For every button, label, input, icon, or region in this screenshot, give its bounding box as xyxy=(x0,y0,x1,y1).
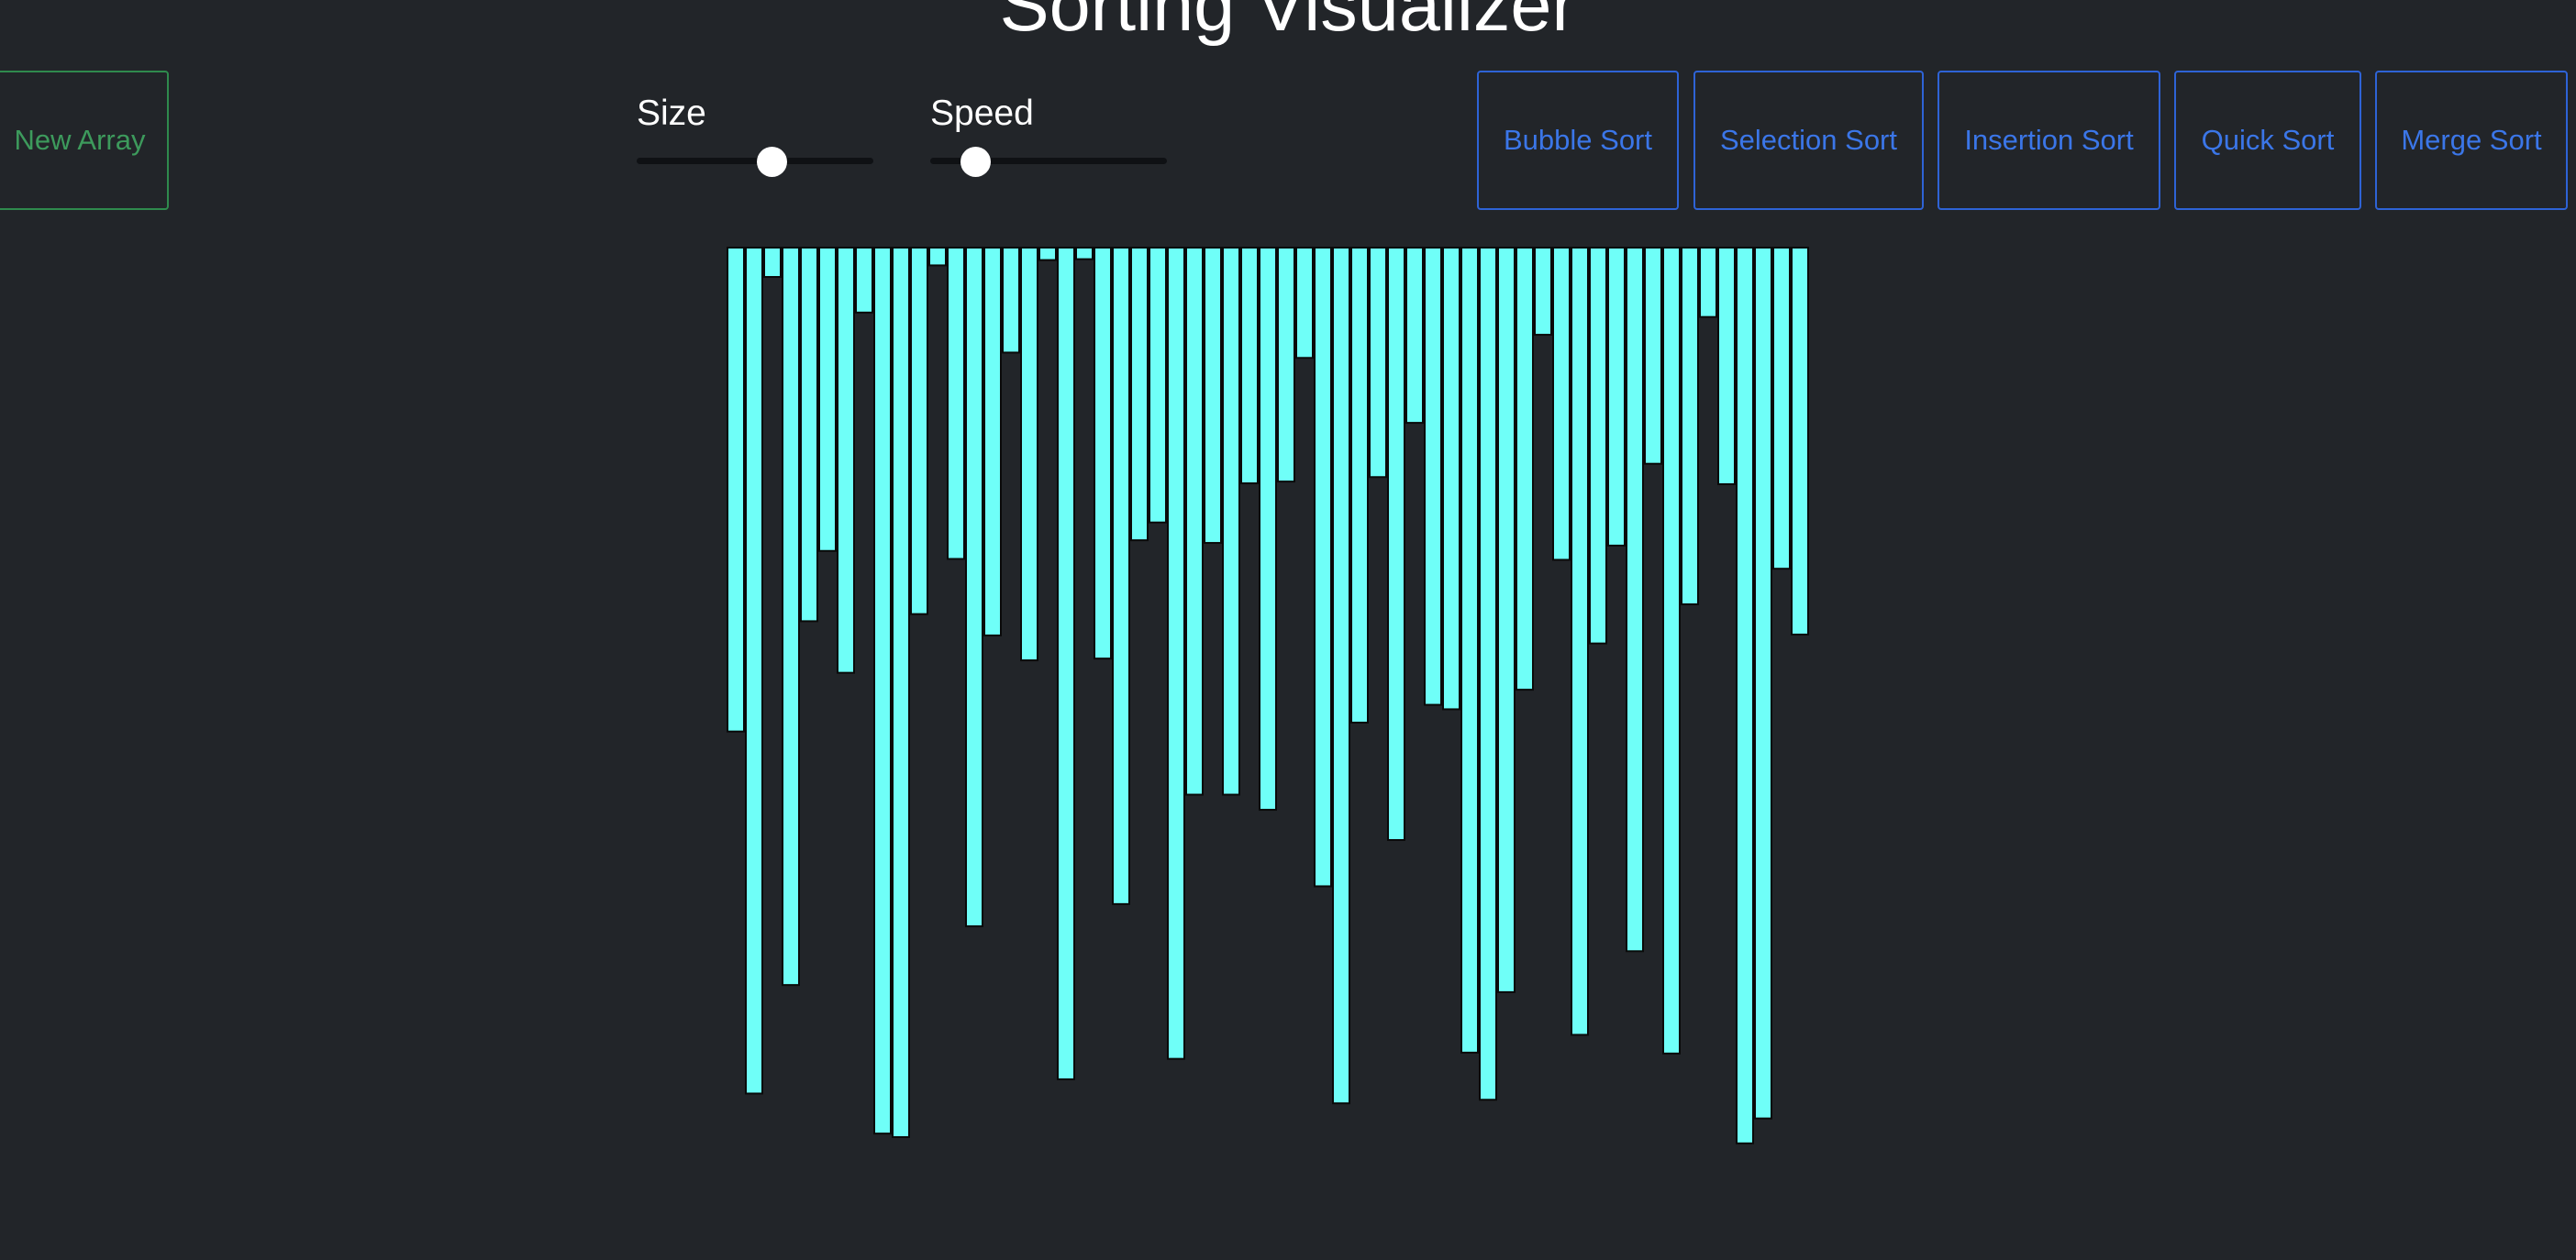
speed-label: Speed xyxy=(930,94,1034,133)
array-bar-33 xyxy=(1332,247,1350,1105)
array-bar-18 xyxy=(1057,247,1075,1080)
array-bar-28 xyxy=(1240,247,1259,485)
quick-sort-button[interactable]: Quick Sort xyxy=(2174,71,2361,210)
array-bar-55 xyxy=(1736,247,1754,1144)
speed-slider-thumb[interactable] xyxy=(960,147,992,177)
size-label: Size xyxy=(637,94,706,133)
array-bar-20 xyxy=(1094,247,1112,660)
array-bar-46 xyxy=(1571,247,1589,1036)
array-bar-19 xyxy=(1075,247,1094,260)
array-bar-6 xyxy=(837,247,855,674)
merge-sort-button[interactable]: Merge Sort xyxy=(2375,71,2568,210)
speed-slider[interactable] xyxy=(930,147,1167,177)
array-bar-39 xyxy=(1442,247,1460,711)
size-slider-track xyxy=(637,158,873,164)
array-bar-41 xyxy=(1479,247,1497,1101)
array-bar-1 xyxy=(745,247,763,1095)
sorting-visualizer-page: Sorting Visualizer New Array Size Speed … xyxy=(0,0,2576,1260)
array-bar-0 xyxy=(727,247,745,733)
array-bar-25 xyxy=(1185,247,1204,796)
array-bar-5 xyxy=(818,247,837,552)
array-bar-47 xyxy=(1589,247,1607,645)
array-bar-4 xyxy=(800,247,818,623)
array-bar-42 xyxy=(1497,247,1516,993)
array-bar-54 xyxy=(1717,247,1736,486)
size-control: Size xyxy=(637,92,873,177)
array-bar-57 xyxy=(1772,247,1791,570)
array-bar-17 xyxy=(1038,247,1057,261)
array-bar-53 xyxy=(1699,247,1717,318)
array-bar-11 xyxy=(928,247,947,267)
array-bar-32 xyxy=(1314,247,1332,888)
array-bar-40 xyxy=(1460,247,1479,1054)
array-bar-35 xyxy=(1369,247,1387,479)
array-bars-svg xyxy=(727,247,1809,1144)
array-bar-15 xyxy=(1002,247,1020,354)
array-bar-10 xyxy=(910,247,928,615)
array-bar-37 xyxy=(1405,247,1424,425)
array-bar-36 xyxy=(1387,247,1405,842)
array-bar-23 xyxy=(1149,247,1167,524)
insertion-sort-button[interactable]: Insertion Sort xyxy=(1938,71,2160,210)
array-bars-chart xyxy=(727,247,1827,1145)
speed-control: Speed xyxy=(930,92,1167,177)
array-bar-34 xyxy=(1350,247,1369,724)
array-bar-43 xyxy=(1516,247,1534,691)
array-bar-22 xyxy=(1130,247,1149,542)
array-bar-45 xyxy=(1552,247,1571,561)
array-bar-21 xyxy=(1112,247,1130,905)
array-bar-44 xyxy=(1534,247,1552,337)
array-bar-2 xyxy=(763,247,782,279)
array-bar-56 xyxy=(1754,247,1772,1120)
array-bar-27 xyxy=(1222,247,1240,796)
array-bar-51 xyxy=(1662,247,1681,1055)
array-bar-29 xyxy=(1259,247,1277,812)
array-bar-7 xyxy=(855,247,873,314)
size-slider[interactable] xyxy=(637,147,873,177)
array-bar-38 xyxy=(1424,247,1442,706)
array-bar-58 xyxy=(1791,247,1809,636)
selection-sort-button[interactable]: Selection Sort xyxy=(1693,71,1924,210)
array-bar-50 xyxy=(1644,247,1662,465)
array-bar-26 xyxy=(1204,247,1222,545)
array-bar-52 xyxy=(1681,247,1699,605)
array-bar-30 xyxy=(1277,247,1295,483)
size-slider-thumb[interactable] xyxy=(757,147,788,177)
array-bar-3 xyxy=(782,247,800,987)
array-bar-14 xyxy=(983,247,1002,636)
array-bar-16 xyxy=(1020,247,1038,662)
array-bar-8 xyxy=(873,247,892,1135)
array-bar-49 xyxy=(1626,247,1644,953)
array-bar-9 xyxy=(892,247,910,1138)
array-bar-24 xyxy=(1167,247,1185,1060)
array-bar-31 xyxy=(1295,247,1314,359)
new-array-button[interactable]: New Array xyxy=(0,71,169,210)
page-title: Sorting Visualizer xyxy=(999,0,1577,47)
array-bar-13 xyxy=(965,247,983,928)
array-bar-48 xyxy=(1607,247,1626,547)
array-bar-12 xyxy=(947,247,965,560)
bubble-sort-button[interactable]: Bubble Sort xyxy=(1477,71,1679,210)
